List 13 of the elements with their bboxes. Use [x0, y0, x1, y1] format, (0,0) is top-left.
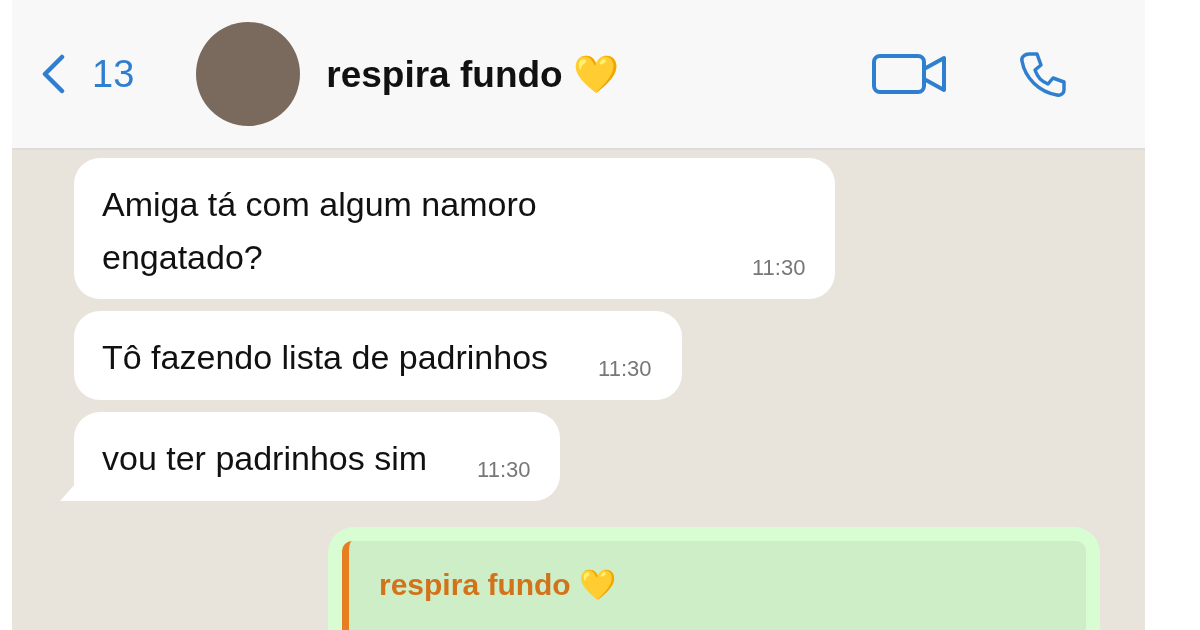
phone-call-icon[interactable] — [1019, 50, 1067, 98]
message-text: Amiga tá com algum namoro engatado? — [102, 184, 538, 278]
message-time: 11:30 — [598, 356, 652, 384]
message-text: vou ter padrinhos sim — [102, 438, 428, 480]
contact-name[interactable]: respira fundo 💛 — [326, 52, 619, 96]
back-chevron-icon — [40, 54, 66, 94]
video-call-icon[interactable] — [871, 51, 949, 97]
quoted-message[interactable]: respira fundo 💛 — [342, 540, 1086, 630]
message-text: Tô fazendo lista de padrinhos — [102, 337, 549, 379]
message-time: 11:30 — [477, 456, 531, 484]
quoted-author: respira fundo 💛 — [379, 567, 617, 601]
back-button[interactable]: 13 — [40, 52, 135, 96]
message-time: 11:30 — [752, 255, 806, 283]
